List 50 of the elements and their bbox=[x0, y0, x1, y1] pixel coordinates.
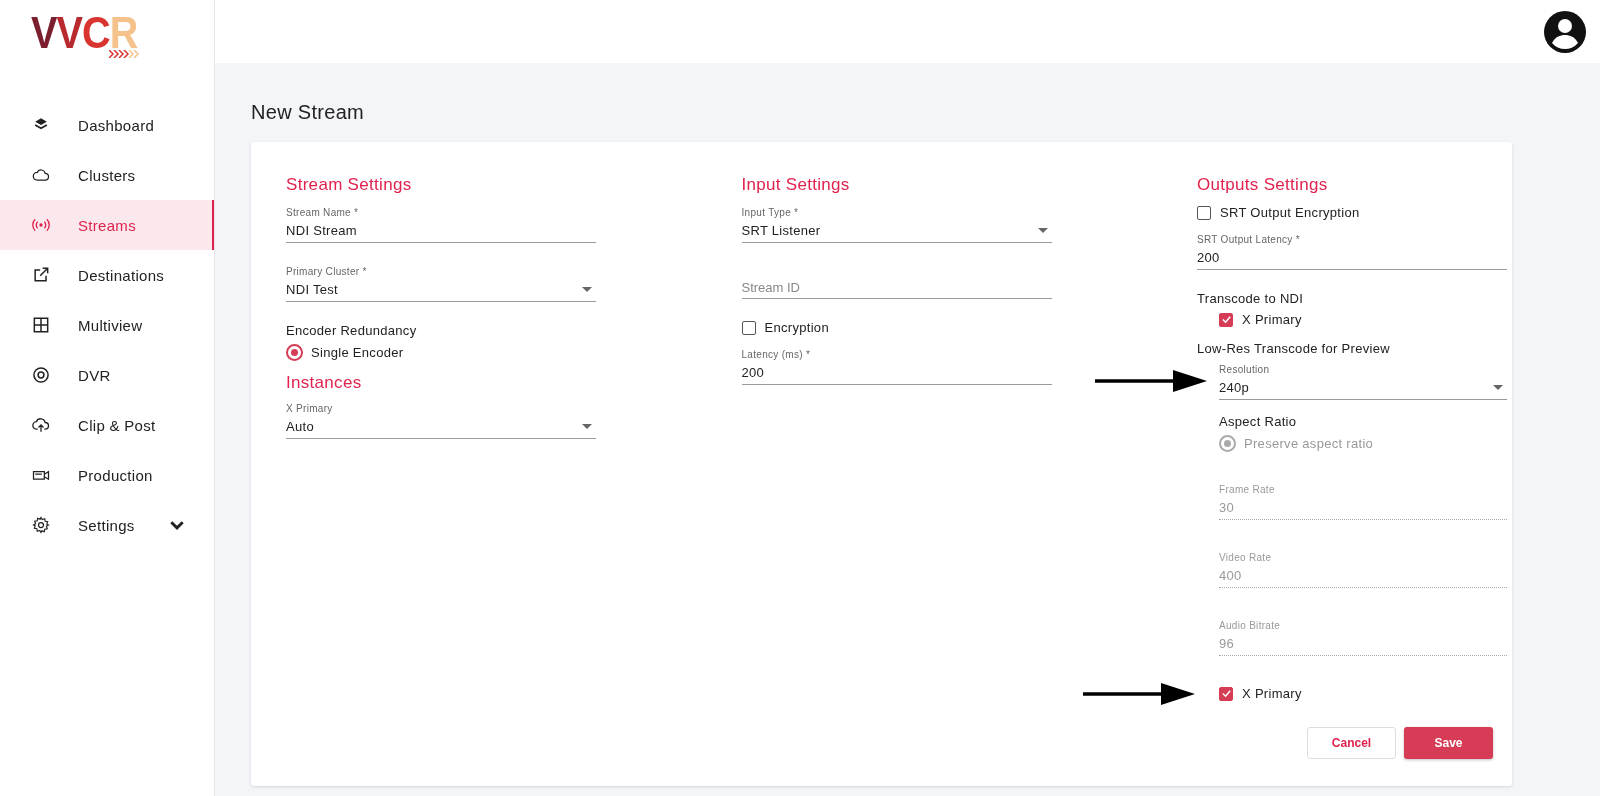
dropdown-caret-icon[interactable] bbox=[582, 287, 592, 293]
input-field[interactable]: Latency (ms) * 200 bbox=[741, 347, 1052, 385]
checkbox[interactable] bbox=[1197, 205, 1211, 220]
save-button[interactable]: Save bbox=[1404, 727, 1493, 759]
checkbox[interactable] bbox=[1219, 312, 1233, 327]
nav-item[interactable]: Clip & Post bbox=[0, 400, 214, 450]
group-label: Low-Res Transcode for Preview bbox=[1197, 341, 1391, 356]
checkbox[interactable] bbox=[741, 320, 756, 335]
input-field[interactable]: SRT Output Latency * 200 bbox=[1197, 232, 1507, 270]
target-icon bbox=[31, 365, 51, 385]
checkbox[interactable] bbox=[1219, 686, 1233, 701]
select-field[interactable]: X Primary Auto bbox=[286, 401, 596, 439]
grid-icon bbox=[31, 315, 51, 335]
radio-label: Single Encoder bbox=[311, 345, 404, 360]
nav-item[interactable]: Streams bbox=[0, 200, 214, 250]
section-heading: Input Settings bbox=[741, 175, 851, 195]
checkbox-label: X Primary bbox=[1242, 312, 1302, 327]
field-label: Aspect Ratio bbox=[1219, 414, 1298, 429]
nav-item[interactable]: Dashboard bbox=[0, 100, 214, 150]
section-heading: Instances bbox=[286, 373, 363, 393]
cloud-upload-icon bbox=[31, 415, 51, 435]
dropdown-caret-icon[interactable] bbox=[582, 424, 592, 430]
select-field[interactable]: Resolution 240p bbox=[1219, 362, 1507, 400]
checkbox-label: Encryption bbox=[764, 320, 829, 335]
group-label: Transcode to NDI bbox=[1197, 291, 1305, 306]
cancel-button[interactable]: Cancel bbox=[1307, 727, 1396, 759]
dropdown-caret-icon[interactable] bbox=[1037, 228, 1048, 234]
nav-item[interactable]: Production bbox=[0, 450, 214, 500]
field-label: Encoder Redundancy bbox=[286, 323, 418, 338]
avatar-icon[interactable] bbox=[1543, 9, 1587, 54]
dropdown-caret-icon[interactable] bbox=[1493, 385, 1503, 391]
nav-item[interactable]: Settings bbox=[0, 500, 214, 550]
section-heading: Stream Settings bbox=[286, 175, 413, 195]
input-field[interactable]: Stream ID bbox=[741, 264, 1052, 299]
nav-item[interactable]: Clusters bbox=[0, 150, 214, 200]
select-field[interactable]: Primary Cluster * NDI Test bbox=[286, 264, 596, 302]
page-title: New Stream bbox=[251, 101, 366, 124]
section-heading: Outputs Settings bbox=[1197, 175, 1329, 195]
radio-button[interactable] bbox=[286, 344, 303, 361]
checkbox-label: SRT Output Encryption bbox=[1220, 205, 1360, 220]
gear-icon bbox=[31, 515, 51, 535]
nav-item[interactable]: Multiview bbox=[0, 300, 214, 350]
external-link-icon bbox=[31, 265, 51, 285]
input-field[interactable]: Stream Name * NDI Stream bbox=[286, 205, 596, 243]
checkbox-label: X Primary bbox=[1242, 686, 1302, 701]
select-field[interactable]: Input Type * SRT Listener bbox=[741, 205, 1052, 243]
radio-label: Preserve aspect ratio bbox=[1244, 436, 1374, 451]
nav-item[interactable]: Destinations bbox=[0, 250, 214, 300]
nav-item[interactable]: DVR bbox=[0, 350, 214, 400]
logo-text: VVCR bbox=[31, 16, 138, 50]
